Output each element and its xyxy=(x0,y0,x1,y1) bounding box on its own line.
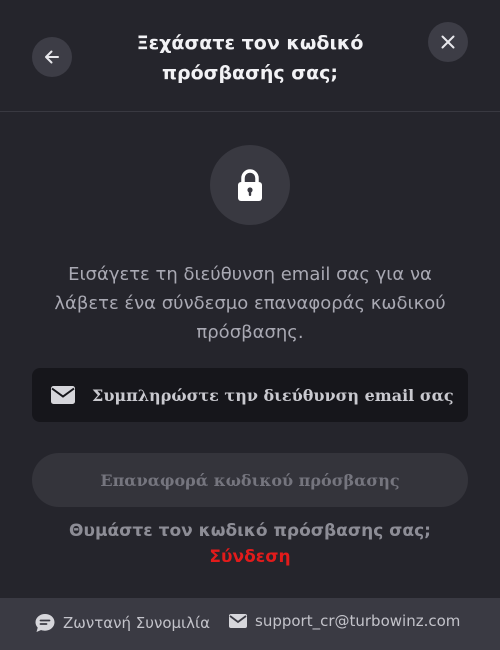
back-button[interactable] xyxy=(32,37,72,77)
arrow-left-icon xyxy=(45,50,59,64)
live-chat-label: Ζωντανή Συνομιλία xyxy=(63,614,210,632)
page-title: Ξεχάσατε τον κωδικό πρόσβασής σας; xyxy=(110,28,390,88)
envelope-icon xyxy=(229,614,247,628)
login-link[interactable]: Σύνδεση xyxy=(0,547,500,567)
support-email-link[interactable]: support_cr@turbowinz.com xyxy=(228,612,460,630)
modal-header: Ξεχάσατε τον κωδικό πρόσβασής σας; xyxy=(0,0,500,112)
close-button[interactable] xyxy=(428,22,468,62)
email-input[interactable] xyxy=(92,368,468,422)
chat-bubble-icon xyxy=(35,614,55,632)
description-text: Εισάγετε τη διεύθυνση email σας για να λ… xyxy=(54,264,446,343)
envelope-icon xyxy=(51,386,75,404)
title-line-2: πρόσβασής σας; xyxy=(161,62,339,84)
reset-password-button[interactable]: Επαναφορά κωδικού πρόσβασης xyxy=(32,453,468,507)
live-chat-link[interactable]: Ζωντανή Συνομιλία xyxy=(34,612,210,634)
close-icon xyxy=(441,35,455,49)
lock-badge xyxy=(210,145,290,225)
title-line-1: Ξεχάσατε τον κωδικό xyxy=(136,32,364,54)
lock-icon xyxy=(238,169,262,201)
remember-password-text: Θυμάστε τον κωδικό πρόσβασης σας; xyxy=(69,521,431,541)
email-field[interactable] xyxy=(32,368,468,422)
support-footer: Ζωντανή Συνομιλία support_cr@turbowinz.c… xyxy=(0,598,500,650)
support-email-label: support_cr@turbowinz.com xyxy=(255,612,461,630)
